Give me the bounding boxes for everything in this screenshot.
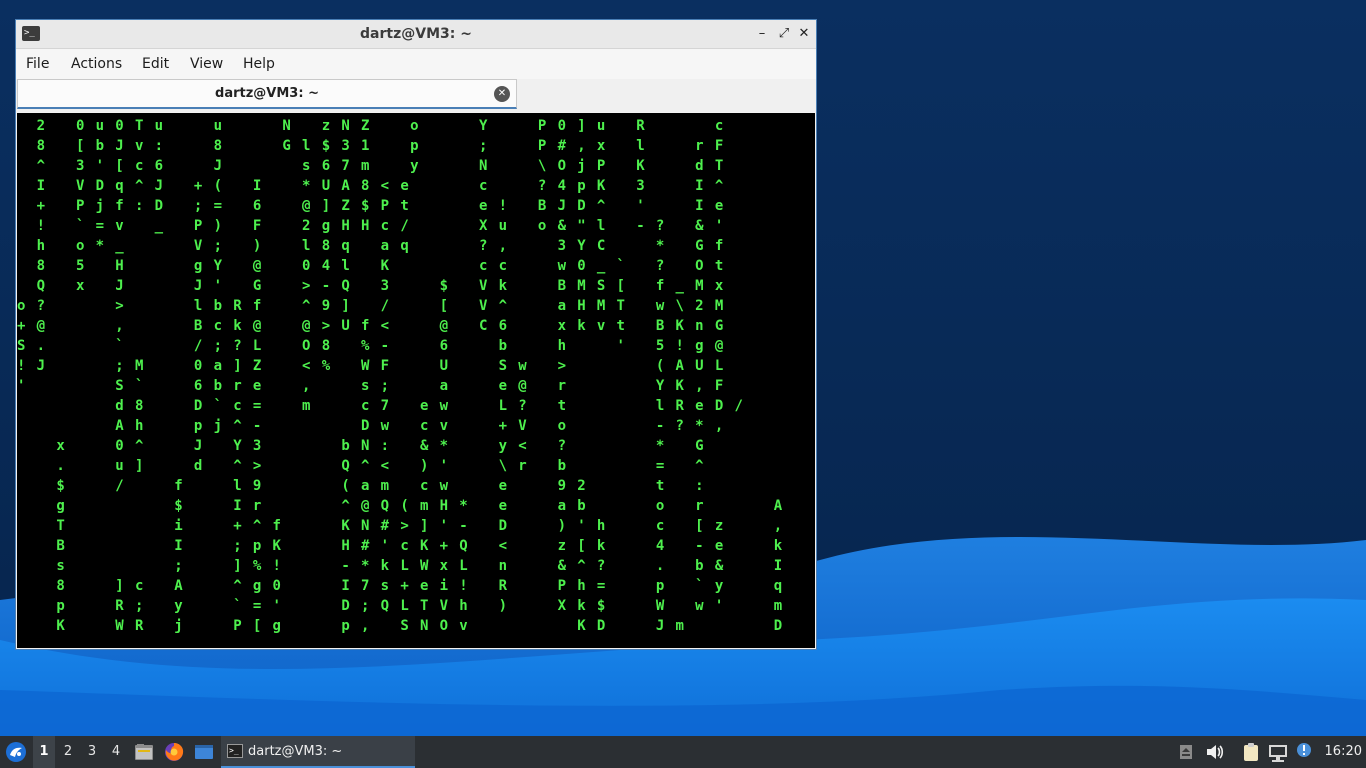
tab-close-icon[interactable]: ✕ [494, 86, 510, 102]
menu-edit[interactable]: Edit [142, 49, 169, 79]
show-desktop-icon[interactable] [193, 741, 215, 763]
maximize-button[interactable]: ⤢ [775, 25, 793, 43]
window-title: dartz@VM3: ~ [360, 26, 472, 42]
minimize-button[interactable]: – [753, 25, 771, 43]
removable-drive-icon[interactable] [1177, 741, 1195, 763]
notification-icon[interactable] [1294, 741, 1314, 763]
terminal-window[interactable]: >_ dartz@VM3: ~ – ⤢ ✕ File Actions Edit … [15, 19, 817, 650]
file-manager-icon[interactable] [133, 741, 155, 763]
menu-actions[interactable]: Actions [71, 49, 122, 79]
firefox-icon[interactable] [163, 741, 185, 763]
start-menu-icon[interactable] [4, 740, 28, 764]
workspace-4[interactable]: 4 [105, 736, 127, 768]
workspace-1[interactable]: 1 [33, 736, 55, 768]
menu-view[interactable]: View [190, 49, 223, 79]
taskbar-terminal-task[interactable]: >_ dartz@VM3: ~ [221, 736, 415, 768]
menu-help[interactable]: Help [243, 49, 275, 79]
volume-icon[interactable] [1204, 741, 1226, 763]
workspace-3[interactable]: 3 [81, 736, 103, 768]
network-icon[interactable] [1267, 741, 1289, 763]
clipboard-icon[interactable] [1240, 741, 1262, 763]
close-button[interactable]: ✕ [795, 25, 813, 43]
tab-label: dartz@VM3: ~ [215, 86, 319, 101]
terminal-text: 2 0 u 0 T u u N z N Z o Y P 0 ] u R c 8 … [17, 118, 784, 634]
menubar: File Actions Edit View Help [16, 49, 816, 79]
window-titlebar[interactable]: >_ dartz@VM3: ~ – ⤢ ✕ [16, 20, 816, 49]
terminal-output[interactable]: 2 0 u 0 T u u N z N Z o Y P 0 ] u R c 8 … [17, 113, 815, 648]
workspace-2[interactable]: 2 [57, 736, 79, 768]
clock[interactable]: 16:20 [1325, 736, 1362, 768]
menu-file[interactable]: File [26, 49, 49, 79]
tab-terminal[interactable]: dartz@VM3: ~ ✕ [17, 79, 517, 109]
terminal-task-icon: >_ [227, 744, 243, 758]
tab-bar: dartz@VM3: ~ ✕ [16, 79, 816, 112]
task-label: dartz@VM3: ~ [248, 744, 343, 759]
taskbar: 1 2 3 4 >_ dartz@VM3: ~ 16:20 [0, 736, 1366, 768]
